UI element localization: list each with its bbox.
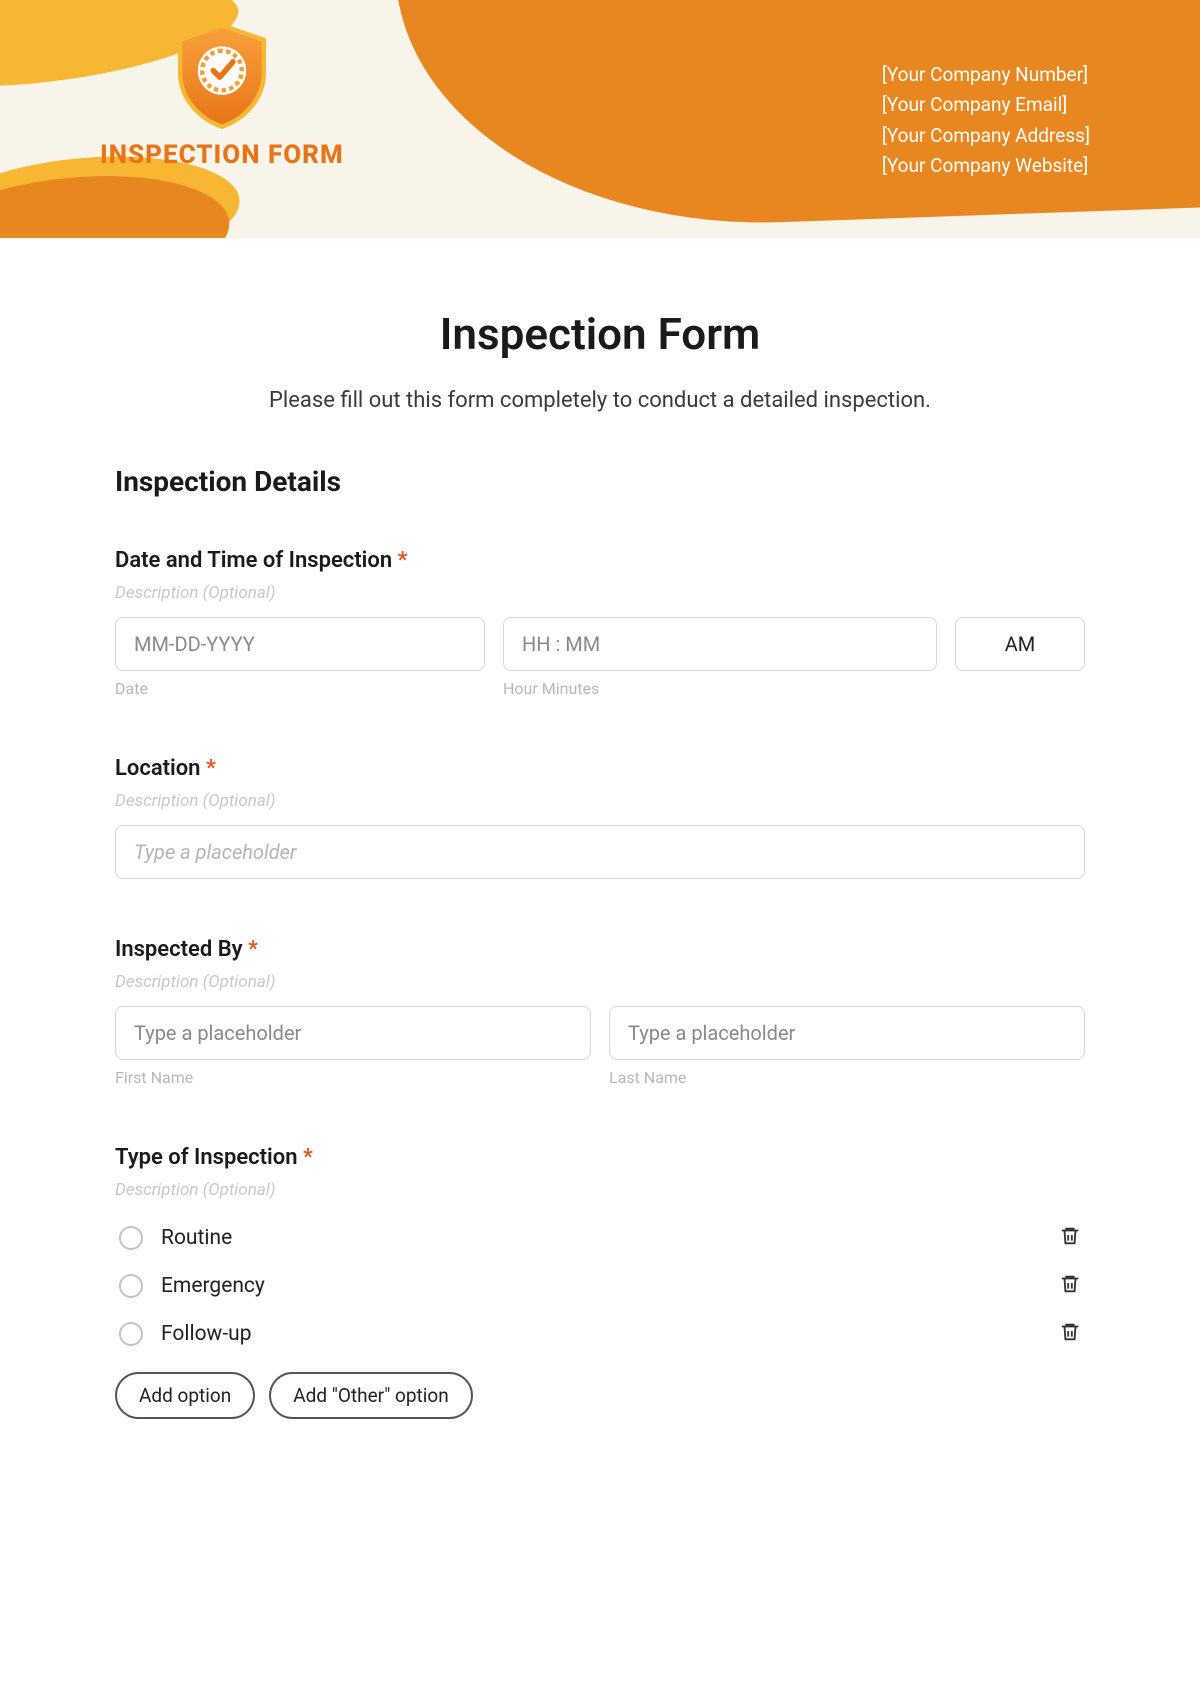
company-number: [Your Company Number] bbox=[882, 60, 1090, 90]
field-inspected-by: Inspected By * Description (Optional) Ty… bbox=[115, 937, 1085, 1087]
required-asterisk: * bbox=[398, 548, 408, 573]
radio-option: Routine bbox=[115, 1214, 1085, 1262]
field-sublabel: Last Name bbox=[609, 1068, 1085, 1087]
page-title: Inspection Form bbox=[115, 308, 1085, 360]
add-option-button[interactable]: Add option bbox=[115, 1372, 255, 1419]
radio-input[interactable] bbox=[119, 1274, 143, 1298]
radio-label: Follow-up bbox=[161, 1322, 252, 1346]
field-location: Location * Description (Optional) Type a… bbox=[115, 756, 1085, 879]
page-subtitle: Please fill out this form completely to … bbox=[115, 388, 1085, 413]
shield-badge-icon bbox=[162, 20, 282, 130]
field-label: Location * bbox=[115, 756, 1085, 781]
label-text: Type of Inspection bbox=[115, 1145, 298, 1170]
trash-icon[interactable] bbox=[1059, 1224, 1081, 1252]
radio-input[interactable] bbox=[119, 1226, 143, 1250]
radio-option: Follow-up bbox=[115, 1310, 1085, 1358]
company-website: [Your Company Website] bbox=[882, 151, 1090, 181]
logo-block: INSPECTION FORM bbox=[100, 20, 344, 170]
company-email: [Your Company Email] bbox=[882, 90, 1090, 120]
required-asterisk: * bbox=[248, 937, 258, 962]
radio-option: Emergency bbox=[115, 1262, 1085, 1310]
description-placeholder[interactable]: Description (Optional) bbox=[115, 1180, 1085, 1200]
description-placeholder[interactable]: Description (Optional) bbox=[115, 972, 1085, 992]
radio-label: Emergency bbox=[161, 1274, 265, 1298]
field-sublabel: First Name bbox=[115, 1068, 591, 1087]
add-other-option-button[interactable]: Add "Other" option bbox=[269, 1372, 473, 1419]
field-type: Type of Inspection * Description (Option… bbox=[115, 1145, 1085, 1419]
field-label: Type of Inspection * bbox=[115, 1145, 1085, 1170]
field-sublabel: Date bbox=[115, 679, 485, 698]
required-asterisk: * bbox=[303, 1145, 313, 1170]
radio-input[interactable] bbox=[119, 1322, 143, 1346]
field-date-time: Date and Time of Inspection * Descriptio… bbox=[115, 548, 1085, 698]
form-content: Inspection Form Please fill out this for… bbox=[0, 238, 1200, 1419]
time-input[interactable]: HH : MM bbox=[503, 617, 937, 671]
company-address: [Your Company Address] bbox=[882, 121, 1090, 151]
section-heading-details: Inspection Details bbox=[115, 465, 1085, 498]
location-input[interactable]: Type a placeholder bbox=[115, 825, 1085, 879]
ampm-select[interactable]: AM bbox=[955, 617, 1085, 671]
date-input[interactable]: MM-DD-YYYY bbox=[115, 617, 485, 671]
field-label: Date and Time of Inspection * bbox=[115, 548, 1085, 573]
required-asterisk: * bbox=[206, 756, 216, 781]
label-text: Location bbox=[115, 756, 200, 781]
description-placeholder[interactable]: Description (Optional) bbox=[115, 791, 1085, 811]
company-info: [Your Company Number] [Your Company Emai… bbox=[882, 60, 1090, 182]
trash-icon[interactable] bbox=[1059, 1272, 1081, 1300]
header-banner: INSPECTION FORM [Your Company Number] [Y… bbox=[0, 0, 1200, 238]
field-label: Inspected By * bbox=[115, 937, 1085, 962]
trash-icon[interactable] bbox=[1059, 1320, 1081, 1348]
radio-label: Routine bbox=[161, 1226, 232, 1250]
logo-text: INSPECTION FORM bbox=[100, 140, 344, 170]
first-name-input[interactable]: Type a placeholder bbox=[115, 1006, 591, 1060]
description-placeholder[interactable]: Description (Optional) bbox=[115, 583, 1085, 603]
label-text: Date and Time of Inspection bbox=[115, 548, 392, 573]
last-name-input[interactable]: Type a placeholder bbox=[609, 1006, 1085, 1060]
field-sublabel: Hour Minutes bbox=[503, 679, 937, 698]
label-text: Inspected By bbox=[115, 937, 243, 962]
